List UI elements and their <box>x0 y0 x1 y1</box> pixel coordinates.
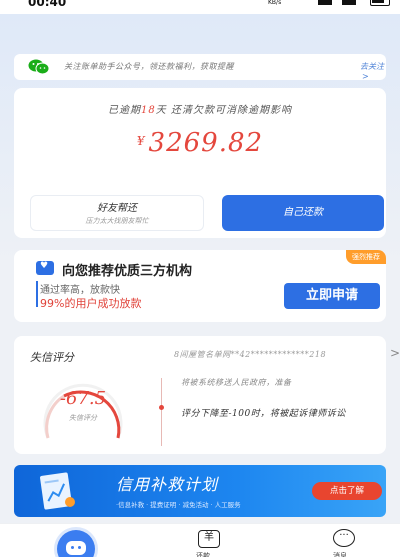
score-label: 失信评分 <box>69 414 97 422</box>
timeline-line <box>161 378 162 446</box>
friend-help-label: 好友帮还 <box>97 203 137 214</box>
timeline-dot <box>159 405 164 410</box>
friend-help-sub: 压力太大找朋友帮忙 <box>85 217 149 225</box>
tab-repay-label[interactable]: 还款 <box>196 551 210 557</box>
signal-icon <box>318 0 332 5</box>
blacklist-record: 8间屋管名单网**42*************218 <box>174 350 327 359</box>
tab-repay-icon[interactable]: 羊 <box>198 530 220 548</box>
overdue-notice: 已逾期18天 还清欠款可消除逾期影响 <box>108 105 292 116</box>
tab-message-label[interactable]: 消息 <box>333 551 347 557</box>
notice-text: 关注账单助手公众号，领还款福利，获取提醒 <box>64 62 234 71</box>
chevron-right-icon[interactable]: > <box>390 346 400 360</box>
tab-message-icon[interactable]: ··· <box>333 529 355 547</box>
status-bar: 00:40 KB/s <box>0 0 400 14</box>
overdue-card: 已逾期18天 还清欠款可消除逾期影响 ¥3269.82 好友帮还 压力太大找朋友… <box>14 88 386 238</box>
net-speed: KB/s <box>268 0 282 6</box>
document-chart-icon <box>40 472 75 510</box>
credit-score-card[interactable]: 失信评分 8间屋管名单网**42*************218 > -67.5… <box>14 336 400 454</box>
banner-title: 信用补救计划 <box>116 475 219 494</box>
recommend-title: 向您推荐优质三方机构 <box>62 264 193 279</box>
follow-notice-bar[interactable]: 关注账单助手公众号，领还款福利，获取提醒 去关注> <box>14 54 386 81</box>
friend-help-button[interactable]: 好友帮还 压力太大找朋友帮忙 <box>30 195 204 231</box>
wechat-icon <box>28 59 50 75</box>
timeline-step-1: 将被系统移送人民政府，准备 <box>181 378 292 387</box>
learn-more-button[interactable]: 点击了解 <box>312 482 382 500</box>
score-value: -67.5 <box>59 388 107 409</box>
status-time: 00:40 <box>28 0 67 9</box>
accent-bar <box>36 281 38 307</box>
robot-face-icon <box>66 541 86 555</box>
recommend-card[interactable]: 强烈推荐 向您推荐优质三方机构 通过率高，放款快 99%的用户成功放款 立即申请 <box>14 250 386 322</box>
credit-title: 失信评分 <box>30 351 74 364</box>
overdue-amount: ¥3269.82 <box>14 128 386 158</box>
self-repay-button[interactable]: 自己还款 <box>222 195 384 231</box>
recommend-badge: 强烈推荐 <box>346 250 386 264</box>
timeline-step-2: 评分下降至-100时，将被起诉律师诉讼 <box>181 409 346 419</box>
heart-chat-icon <box>36 261 54 275</box>
recommend-line-2: 99%的用户成功放款 <box>40 297 142 310</box>
currency-symbol: ¥ <box>136 134 145 148</box>
bottom-tab-bar: 羊 还款 ··· 消息 <box>0 523 400 557</box>
amount-value: 3269.82 <box>148 128 264 158</box>
apply-now-button[interactable]: 立即申请 <box>284 283 380 309</box>
follow-link[interactable]: 去关注> <box>360 61 386 81</box>
tab-home[interactable] <box>57 530 95 557</box>
overdue-days: 18 <box>141 105 156 116</box>
recommend-line-1: 通过率高，放款快 <box>40 285 120 296</box>
credit-remedy-banner[interactable]: 信用补救计划 ·信息补救 · 提费证明 · 减免活动 · 人工服务 点击了解 <box>14 465 386 517</box>
battery-icon <box>370 0 390 6</box>
signal-icon <box>342 0 356 5</box>
banner-subtitle: ·信息补救 · 提费证明 · 减免活动 · 人工服务 <box>116 501 241 509</box>
